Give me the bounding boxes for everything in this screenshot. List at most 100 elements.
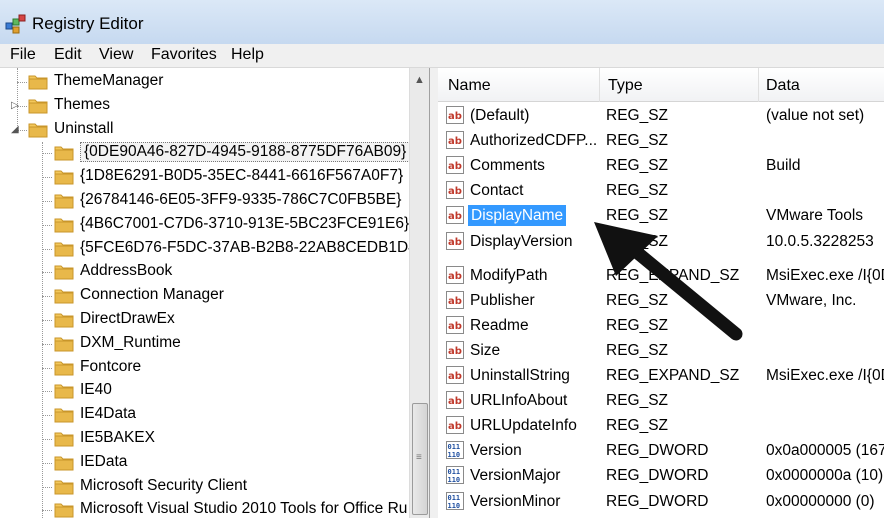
- folder-icon: [54, 405, 74, 423]
- tree-guide-line: [17, 82, 27, 83]
- tree-item[interactable]: ◢ Uninstall: [0, 118, 410, 142]
- tree-item[interactable]: {1D8E6291-B0D5-35EC-8441-6616F567A0F7}: [0, 165, 410, 189]
- tree-item[interactable]: AddressBook: [0, 260, 410, 284]
- menu-edit[interactable]: Edit: [54, 46, 82, 64]
- tree-item-label: Fontcore: [80, 357, 142, 375]
- tree-item-label: DXM_Runtime: [80, 333, 181, 351]
- value-row[interactable]: ab (Default) REG_SZ (value not set): [438, 103, 884, 128]
- tree-guide-line: [42, 248, 52, 250]
- tree-item[interactable]: Fontcore: [0, 356, 410, 380]
- tree-guide-line: [42, 177, 52, 179]
- tree-guide-line: [42, 486, 52, 488]
- folder-icon: [54, 239, 74, 257]
- tree-guide-line: [42, 153, 52, 155]
- value-data: (value not set): [766, 107, 865, 124]
- string-value-icon: ab: [446, 131, 464, 150]
- tree-item-label: {5FCE6D76-F5DC-37AB-B2B8-22AB8CEDB1D4}: [80, 238, 423, 256]
- column-header-name[interactable]: Name: [448, 77, 491, 95]
- value-type: REG_EXPAND_SZ: [606, 367, 740, 384]
- tree-guide-line: [42, 510, 52, 512]
- value-data: 0x0000000a (10): [766, 467, 884, 485]
- tree-item[interactable]: Connection Manager: [0, 284, 410, 308]
- key-tree-pane[interactable]: ThemeManager ▷ Themes ◢ Uninstall {0DE90A46-8…: [0, 68, 430, 518]
- svg-text:011: 011: [448, 443, 461, 451]
- tree-item[interactable]: IE4Data: [0, 403, 410, 427]
- value-data: 0x00000000 (0): [766, 492, 875, 510]
- scroll-up-arrow-icon[interactable]: ▲: [414, 74, 425, 86]
- menu-file[interactable]: File: [10, 46, 36, 64]
- tree-guide-line: [42, 343, 52, 345]
- value-row[interactable]: ab UninstallString REG_EXPAND_SZ MsiExec.ex…: [438, 363, 884, 388]
- folder-icon: [54, 215, 74, 233]
- value-row[interactable]: 011 110 VersionMinor REG_DWORD 0x00000000 (0…: [438, 489, 884, 514]
- value-row[interactable]: ab URLUpdateInfo REG_SZ: [438, 413, 884, 438]
- svg-text:ab: ab: [448, 211, 462, 222]
- expanded-arrow-icon[interactable]: ◢: [11, 124, 19, 135]
- folder-icon: [54, 167, 74, 185]
- svg-text:ab: ab: [448, 296, 462, 307]
- value-row[interactable]: ab Comments REG_SZ Build: [438, 153, 884, 178]
- value-row[interactable]: ab AuthorizedCDFP... REG_SZ: [438, 128, 884, 153]
- column-header-data[interactable]: Data: [766, 77, 800, 95]
- list-header: Name Type Data: [438, 68, 884, 102]
- value-type: REG_SZ: [606, 417, 669, 435]
- value-data: VMware, Inc.: [766, 291, 857, 309]
- tree-item[interactable]: IE5BAKEX: [0, 427, 410, 451]
- svg-text:ab: ab: [448, 136, 462, 147]
- tree-item-label: IE5BAKEX: [80, 429, 155, 446]
- folder-icon: [54, 286, 74, 304]
- tree-item[interactable]: ▷ Themes: [0, 94, 410, 118]
- tree-item[interactable]: {4B6C7001-C7D6-3710-913E-5BC23FCE91E6}: [0, 213, 410, 237]
- svg-text:110: 110: [448, 502, 461, 510]
- tree-item[interactable]: Microsoft Visual Studio 2010 Tools for O…: [0, 498, 410, 518]
- tree-item-label: Connection Manager: [80, 286, 224, 304]
- value-type: REG_SZ: [606, 157, 669, 175]
- value-row[interactable]: 011 110 VersionMajor REG_DWORD 0x0000000a (1…: [438, 463, 884, 488]
- tree-item[interactable]: DirectDrawEx: [0, 308, 410, 332]
- registry-editor-icon: [5, 14, 26, 34]
- tree-item[interactable]: {0DE90A46-827D-4945-9188-8775DF76AB09}: [0, 141, 411, 165]
- string-value-icon: ab: [446, 340, 464, 359]
- column-divider[interactable]: [599, 68, 600, 102]
- string-value-icon: ab: [446, 231, 464, 250]
- column-header-type[interactable]: Type: [608, 77, 643, 95]
- tree-guide-line: [42, 272, 52, 274]
- tree-item[interactable]: IE40: [0, 379, 410, 403]
- tree-item[interactable]: {26784146-6E05-3FF9-9335-786C7C0FB5BE}: [0, 189, 410, 213]
- scrollbar-thumb[interactable]: ≡: [412, 403, 428, 515]
- tree-item[interactable]: ThemeManager: [0, 70, 410, 94]
- svg-text:ab: ab: [448, 111, 462, 122]
- tree-item[interactable]: DXM_Runtime: [0, 332, 410, 356]
- svg-text:ab: ab: [448, 396, 462, 407]
- svg-text:110: 110: [448, 476, 461, 484]
- pane-splitter[interactable]: [430, 68, 438, 518]
- value-data: MsiExec.exe /I{0D: [766, 367, 884, 384]
- value-row[interactable]: 011 110 Version REG_DWORD 0x0a000005 (1677: [438, 438, 884, 463]
- menu-help[interactable]: Help: [231, 46, 264, 64]
- value-type: REG_SZ: [606, 392, 669, 410]
- tree-scrollbar[interactable]: ▲ ≡: [409, 68, 429, 518]
- tree-guide-line: [42, 320, 52, 321]
- tree-item-label: {1D8E6291-B0D5-35EC-8441-6616F567A0F7}: [80, 167, 404, 185]
- menu-favorites[interactable]: Favorites: [151, 46, 217, 64]
- value-data: 10.0.5.3228253: [766, 232, 874, 250]
- column-divider[interactable]: [758, 68, 759, 102]
- scroll-grip-icon: ≡: [416, 452, 422, 463]
- folder-icon: [54, 262, 74, 280]
- string-value-icon: ab: [446, 206, 464, 225]
- menu-view[interactable]: View: [99, 46, 133, 64]
- value-row[interactable]: ab Contact REG_SZ: [438, 178, 884, 203]
- tree-item[interactable]: Microsoft Security Client: [0, 475, 410, 499]
- tree-guide-line: [42, 367, 52, 369]
- collapsed-arrow-icon[interactable]: ▷: [11, 100, 19, 111]
- tree-item[interactable]: IEData: [0, 451, 410, 475]
- value-row[interactable]: ab URLInfoAbout REG_SZ: [438, 388, 884, 413]
- tree-item[interactable]: {5FCE6D76-F5DC-37AB-B2B8-22AB8CEDB1D4}: [0, 237, 422, 261]
- folder-icon: [28, 96, 48, 114]
- tree-guide-line: [42, 415, 52, 417]
- folder-icon: [54, 334, 74, 352]
- string-value-icon: ab: [446, 290, 464, 309]
- svg-text:ab: ab: [448, 161, 462, 172]
- binary-value-icon: 011 110: [446, 441, 464, 460]
- svg-text:ab: ab: [448, 421, 462, 432]
